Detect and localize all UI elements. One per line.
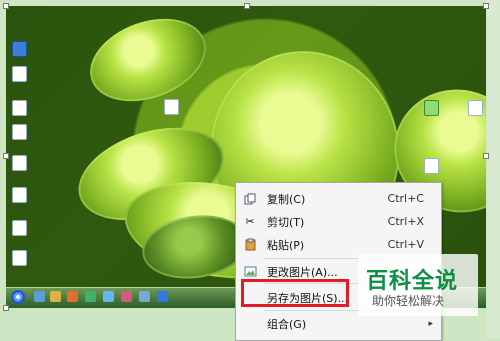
shortcut-icon[interactable] <box>12 187 27 205</box>
shortcut-text: Ctrl+C <box>387 192 424 205</box>
file-icon[interactable] <box>164 99 179 117</box>
start-button[interactable] <box>11 290 25 304</box>
taskbar-icon[interactable] <box>50 291 61 302</box>
menu-item-cut[interactable]: ✂ 剪切(T) Ctrl+X <box>236 210 441 233</box>
watermark-subtitle: 助你轻松解决 <box>372 294 445 308</box>
taskbar-icon[interactable] <box>85 291 96 302</box>
succulent-leaf <box>78 6 218 117</box>
file-icon[interactable] <box>424 100 439 118</box>
menu-label: 粘贴(P) <box>267 238 305 252</box>
menu-label: 复制(C) <box>267 192 306 206</box>
taskbar-icon[interactable] <box>67 291 78 302</box>
file-icon[interactable] <box>468 100 483 118</box>
menu-label: 更改图片(A)... <box>267 265 338 279</box>
highlight-annotation <box>241 279 349 307</box>
selection-handle[interactable] <box>244 3 250 9</box>
watermark-main-text: 百科全说 <box>366 269 459 294</box>
selection-handle[interactable] <box>483 3 489 9</box>
taskbar-icon[interactable] <box>157 291 168 302</box>
recycle-bin-icon[interactable] <box>12 41 27 59</box>
scissors-icon: ✂ <box>245 215 255 228</box>
shortcut-text: Ctrl+X <box>387 215 424 228</box>
selection-handle[interactable] <box>3 305 9 311</box>
shortcut-icon[interactable] <box>12 250 27 268</box>
menu-label: 剪切(T) <box>267 215 305 229</box>
shortcut-text: Ctrl+V <box>387 238 424 251</box>
paste-icon <box>243 238 257 252</box>
taskbar-icon[interactable] <box>103 291 114 302</box>
menu-item-paste[interactable]: 粘贴(P) Ctrl+V <box>236 233 441 256</box>
file-icon[interactable] <box>12 100 27 118</box>
selection-handle[interactable] <box>483 153 489 159</box>
file-icon[interactable] <box>12 124 27 142</box>
shortcut-icon[interactable] <box>424 158 439 176</box>
empty-icon-slot <box>243 317 257 331</box>
shortcut-icon[interactable] <box>12 220 27 238</box>
submenu-arrow-icon: ▸ <box>428 318 433 329</box>
document-icon[interactable] <box>12 66 27 84</box>
copy-icon <box>243 192 257 206</box>
taskbar-icon[interactable] <box>139 291 150 302</box>
change-picture-icon <box>243 265 257 279</box>
menu-label: 组合(G) <box>267 317 307 331</box>
selection-handle[interactable] <box>3 3 9 9</box>
window-edge <box>487 0 500 339</box>
menu-item-copy[interactable]: 复制(C) Ctrl+C <box>236 187 441 210</box>
taskbar-icon[interactable] <box>121 291 132 302</box>
selection-handle[interactable] <box>3 153 9 159</box>
shortcut-icon[interactable] <box>12 155 27 173</box>
taskbar-icon[interactable] <box>34 291 45 302</box>
